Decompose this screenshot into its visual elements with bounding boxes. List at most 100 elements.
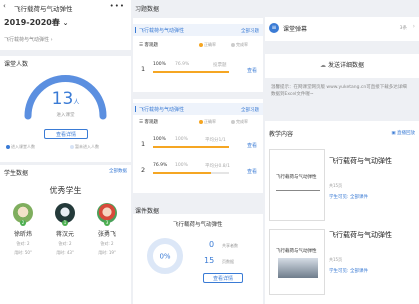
legend-in: 进入课堂人数 (6, 144, 35, 150)
student-item[interactable]: 1 蒋汉元 答对: 2 用时: 43" (45, 203, 85, 256)
live-replay-label: 直播回放 (397, 131, 415, 136)
chevron-down-icon: ⌄ (62, 19, 69, 27)
rank-badge: 3 (104, 220, 110, 226)
legend-correct-label: 正确率 (204, 42, 216, 47)
exercise-column: 习题数据 飞行载荷与气动弹性 全部习题 ☰ 客观题 正确率 完成率 1 100%… (133, 0, 263, 304)
legend-done-label: 完成率 (236, 119, 248, 124)
correct-rate-bar (153, 71, 229, 73)
class-count-card: 课堂人数 13人 进入课堂 查看详情 进入课堂人数 暂未进入人数 (0, 56, 131, 162)
danmaku-title: 课堂弹幕 (283, 26, 308, 33)
student-time: 用时: 43" (56, 250, 74, 255)
send-data-button[interactable]: ☁ 发送详细数据 (265, 60, 419, 69)
avatar: 1 (55, 203, 75, 226)
student-name: 蒋汉元 (55, 231, 74, 238)
slide-thumbnail[interactable]: 飞行载荷与气动弹性 (269, 149, 325, 221)
legend-correct: 正确率 (199, 119, 216, 125)
courseware-details-button[interactable]: 查看详情 (203, 273, 243, 283)
question-row[interactable]: 1 100% 76.9% 投票题 查看 (139, 62, 259, 78)
danmaku-card[interactable]: ≡ 课堂弹幕 3条 › (265, 17, 419, 41)
done-rate: 100% (175, 163, 188, 168)
content-pages: 共15页 (329, 257, 343, 262)
rank-badge: 1 (62, 220, 68, 226)
student-time: 用时: 50" (14, 250, 32, 255)
correct-rate-fill (153, 146, 229, 148)
semester-selector[interactable]: 2019-2020春 ⌄ (4, 17, 69, 28)
question-number: 1 (141, 65, 146, 73)
done-rate: 76.9% (175, 62, 190, 67)
chevron-right-icon: › (50, 37, 53, 43)
content-title[interactable]: 飞行载荷与气动弹性 (329, 157, 399, 166)
objective-tag: ☰ 客观题 (139, 42, 158, 48)
exercise-legend-row: ☰ 客观题 正确率 完成率 (139, 40, 259, 50)
semester-card[interactable]: 2019-2020春 ⌄ 飞行载荷与气动弹性 › (0, 14, 131, 50)
content-title[interactable]: 飞行载荷与气动弹性 (329, 231, 399, 240)
course-label: 飞行载荷与气动弹性 › (4, 36, 53, 43)
legend-in-label: 进入课堂人数 (11, 144, 35, 149)
correct-rate: 76.9% (153, 163, 168, 168)
accent-bar (135, 27, 136, 33)
legend-dot-correct (199, 119, 203, 124)
question-row[interactable]: 1 100% 100% 平均分1/1 查看 (139, 137, 259, 153)
courseware-title: 飞行载荷与气动弹性 (173, 222, 223, 228)
class-count-value: 13人 (0, 89, 131, 109)
legend-correct: 正确率 (199, 42, 216, 48)
exercise-block-header: 飞行载荷与气动弹性 全部习题 (133, 24, 263, 36)
correct-rate-bar (153, 146, 229, 148)
app-root: ‹ 飞行载荷与气动弹性 ••• 2019-2020春 ⌄ 飞行载荷与气动弹性 ›… (0, 0, 419, 304)
count-number: 13 (51, 89, 74, 109)
tip-card: 温馨提示：在网课堂网页版 www.yuketang.cn可直接下载多达详细数据到… (265, 80, 419, 114)
all-exercises-link[interactable]: 全部习题 (241, 107, 259, 113)
cloud-icon: ☁ (320, 62, 327, 69)
back-icon[interactable]: ‹ (3, 2, 6, 10)
objective-label: 客观题 (144, 120, 158, 125)
avatar: 3 (97, 203, 117, 226)
page-title: 飞行载荷与气动弹性 (14, 5, 73, 13)
slide-thumbnail-text: 飞行载荷与气动弹性 (276, 249, 317, 254)
student-correct: 答对: 2 (58, 241, 72, 246)
semester-label: 2019-2020春 (4, 18, 60, 27)
student-item[interactable]: 2 徐昕炜 答对: 2 用时: 50" (3, 203, 43, 256)
more-icon[interactable]: ••• (110, 2, 125, 10)
question-row[interactable]: 2 76.9% 100% 平均分0.8/1 查看 (139, 163, 259, 179)
exercise-block-title: 飞行载荷与气动弹性 (139, 28, 185, 34)
average-score: 平均分1/1 (205, 138, 226, 143)
course-name: 飞行载荷与气动弹性 (4, 37, 50, 43)
live-replay-link[interactable]: ▣ 直播回放 (391, 130, 415, 136)
legend-out-label: 暂未进入人数 (75, 144, 99, 149)
donut-percent: 0% (159, 253, 170, 261)
chevron-right-icon: › (412, 23, 415, 30)
view-question-button[interactable]: 查看 (247, 67, 257, 74)
view-question-button[interactable]: 查看 (247, 168, 257, 175)
content-visibility[interactable]: 学生可见: 全部课件 (329, 268, 368, 274)
content-visibility[interactable]: 学生可见: 全部课件 (329, 194, 368, 200)
all-exercises-link[interactable]: 全部习题 (241, 28, 259, 34)
danmaku-count: 3条 (399, 26, 407, 31)
correct-rate-fill (153, 71, 229, 73)
exercise-header: 习题数据 (133, 0, 263, 14)
count-unit: 人 (73, 99, 80, 106)
slide-divider (276, 190, 320, 191)
student-data-card: 学生数据 全部数据 优秀学生 2 徐昕炜 答对: 2 用时: 50" 1 蒋汉元… (0, 165, 131, 304)
student-name: 张勇飞 (97, 231, 116, 238)
average-score: 平均分0.8/1 (205, 164, 231, 169)
question-type: 投票题 (213, 63, 227, 68)
slide-thumbnail[interactable]: 飞行载荷与气动弹性 (269, 229, 325, 295)
view-question-button[interactable]: 查看 (247, 142, 257, 149)
done-rate: 100% (175, 137, 188, 142)
all-student-data-link[interactable]: 全部数据 (109, 168, 127, 174)
page-count: 15 (204, 256, 215, 265)
sharer-count: 0 (209, 240, 215, 249)
student-item[interactable]: 3 张勇飞 答对: 2 用时: 19" (87, 203, 127, 256)
correct-rate-bar (153, 172, 229, 174)
correct-rate: 100% (153, 62, 166, 67)
teaching-content-heading: 教学内容 (269, 131, 294, 138)
objective-tag: ☰ 客观题 (139, 119, 158, 125)
exercise-block-title: 飞行载荷与气动弹性 (139, 107, 185, 113)
tip-text: 温馨提示：在网课堂网页版 www.yuketang.cn可直接下载多达详细数据到… (271, 85, 407, 97)
send-data-card[interactable]: ☁ 发送详细数据 (265, 54, 419, 78)
sharer-label: 共享者数 (222, 243, 238, 248)
airplane-image (278, 258, 318, 278)
slide-thumbnail-text: 飞行载荷与气动弹性 (276, 175, 317, 180)
exercise-legend-row: ☰ 客观题 正确率 完成率 (139, 117, 259, 127)
view-details-button[interactable]: 查看详情 (44, 129, 88, 139)
